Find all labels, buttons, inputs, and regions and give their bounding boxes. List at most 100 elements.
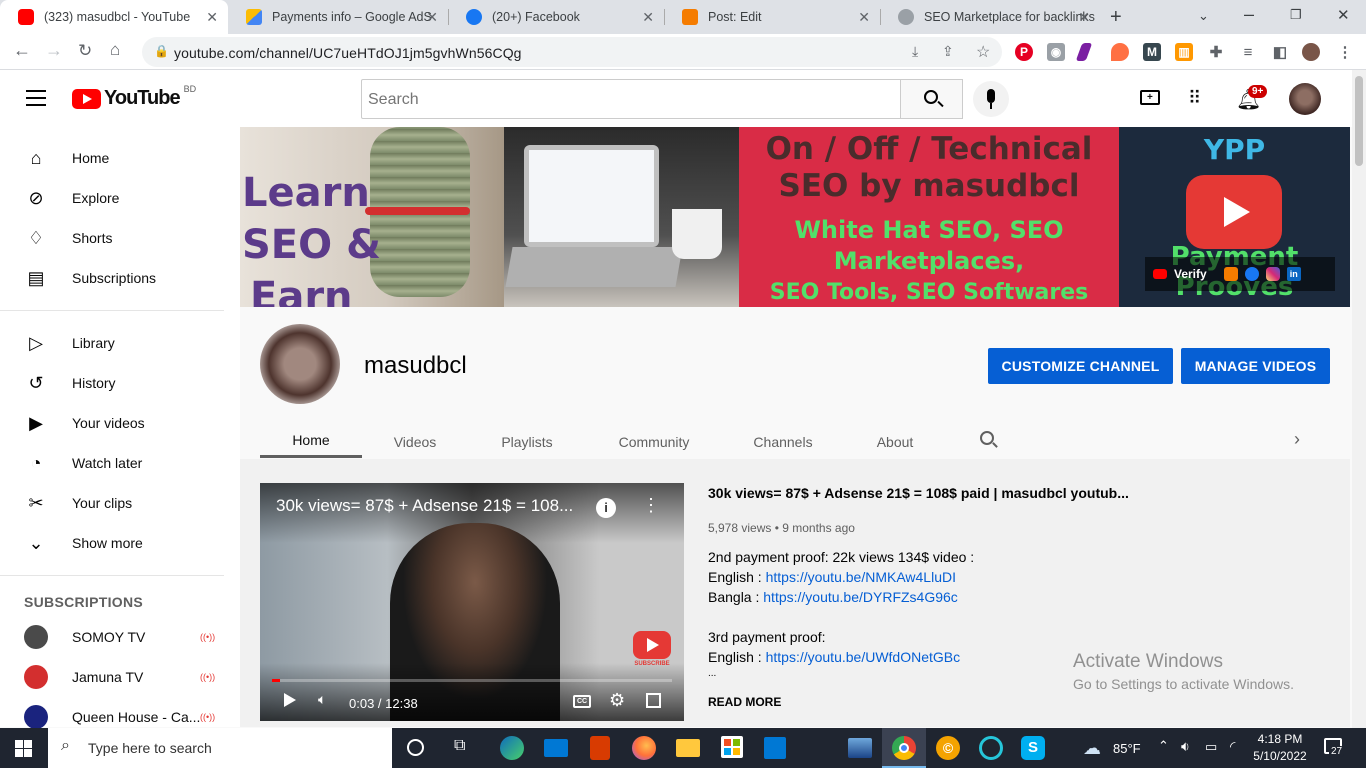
search-button[interactable] — [900, 79, 963, 119]
tab-seo-marketplace[interactable]: SEO Marketplace for backlinks ✕ — [880, 0, 1100, 34]
account-avatar[interactable] — [1289, 83, 1321, 115]
tab-about[interactable]: About — [844, 425, 946, 459]
sidebar-item-your-videos[interactable]: ▶︎ Your videos — [0, 403, 224, 443]
new-tab-icon[interactable]: + — [1110, 6, 1122, 29]
sidebar-item-library[interactable]: ▷ Library — [0, 323, 224, 363]
restore-icon[interactable]: ❐ — [1290, 7, 1302, 23]
side-panel-icon[interactable]: ◧ — [1271, 43, 1289, 61]
back-icon[interactable]: ← — [13, 40, 31, 61]
linkedin-link-icon[interactable]: in — [1286, 267, 1301, 281]
chrome-taskbar-button[interactable] — [882, 728, 926, 768]
tab-home[interactable]: Home — [260, 425, 362, 458]
close-tab-icon[interactable]: ✕ — [206, 9, 218, 26]
close-tab-icon[interactable]: ✕ — [642, 9, 654, 26]
tray-chevron-icon[interactable]: ⌃ — [1158, 738, 1169, 754]
description-link[interactable]: https://youtu.be/UWfdONetGBc — [766, 649, 961, 665]
sidebar-item-your-clips[interactable]: ✂ Your clips — [0, 483, 224, 523]
pen-extension-icon[interactable] — [1075, 43, 1093, 61]
edge-icon[interactable] — [500, 736, 524, 760]
sidebar-item-show-more[interactable]: ⌄ Show more — [0, 523, 224, 563]
voice-search-button[interactable] — [973, 81, 1009, 117]
volume-icon[interactable]: 🔈︎ — [318, 691, 326, 708]
camera-extension-icon[interactable]: ◉ — [1047, 43, 1065, 61]
forward-icon[interactable]: → — [45, 40, 63, 61]
sidebar-item-watch-later[interactable]: ◔ Watch later — [0, 443, 224, 483]
pinterest-extension-icon[interactable]: P — [1015, 43, 1033, 61]
sidebar-item-home[interactable]: ⌂ Home — [0, 138, 224, 178]
chart-extension-icon[interactable]: ▥ — [1175, 43, 1193, 61]
sidebar-item-subscriptions[interactable]: ▤ Subscriptions — [0, 258, 224, 298]
wifi-icon[interactable]: ◜ — [1230, 738, 1235, 755]
banner-links[interactable]: Verify in — [1145, 257, 1335, 291]
fullscreen-icon[interactable] — [646, 693, 661, 708]
sidebar-item-history[interactable]: ↺ History — [0, 363, 224, 403]
sidebar-subscription-somoy-tv[interactable]: SOMOY TV ((•)) — [0, 617, 224, 657]
scrollbar-thumb[interactable] — [1355, 76, 1363, 166]
youtube-logo[interactable]: YouTube BD — [72, 84, 196, 110]
hamburger-menu-icon[interactable] — [26, 90, 46, 106]
copyright-app-icon[interactable]: © — [936, 736, 960, 760]
opera-icon[interactable] — [979, 736, 1003, 760]
sidebar-item-explore[interactable]: ⊘ Explore — [0, 178, 224, 218]
tab-adsense[interactable]: Payments info – Google AdSense ✕ — [228, 0, 448, 34]
office-icon[interactable] — [590, 736, 610, 760]
share-icon[interactable]: ⇪ — [942, 43, 954, 60]
tab-community[interactable]: Community — [586, 425, 722, 459]
sidebar-subscription-jamuna-tv[interactable]: Jamuna TV ((•)) — [0, 657, 224, 697]
apps-grid-icon[interactable]: ⠿ — [1188, 89, 1201, 107]
m-extension-icon[interactable]: M — [1143, 43, 1161, 61]
install-icon[interactable]: ⤓ — [912, 43, 918, 60]
video-player[interactable]: 30k views= 87$ + Adsense 21$ = 108... i … — [260, 483, 684, 721]
window-close-icon[interactable]: ✕ — [1337, 6, 1350, 24]
location-extension-icon[interactable] — [1111, 43, 1129, 61]
close-tab-icon[interactable]: ✕ — [1078, 9, 1090, 26]
progress-bar[interactable] — [272, 679, 672, 682]
tab-playlists[interactable]: Playlists — [468, 425, 586, 459]
weather-cloud-icon[interactable]: ☁ — [1083, 738, 1101, 759]
extensions-puzzle-icon[interactable]: ✚ — [1207, 43, 1225, 61]
task-view-icon[interactable]: ⧉ — [454, 737, 465, 755]
chrome-menu-icon[interactable]: ⋮ — [1336, 43, 1354, 61]
minimize-icon[interactable]: – — [1244, 4, 1254, 25]
manage-videos-button[interactable]: MANAGE VIDEOS — [1181, 348, 1330, 384]
home-button-icon[interactable]: ⌂ — [110, 40, 120, 60]
tab-blogger[interactable]: Post: Edit ✕ — [664, 0, 880, 34]
file-explorer-icon[interactable] — [676, 739, 700, 757]
search-input[interactable]: Search — [361, 79, 901, 119]
tab-search-chevron-icon[interactable]: ⌄ — [1198, 8, 1209, 24]
captions-icon[interactable]: CC — [573, 695, 591, 708]
close-tab-icon[interactable]: ✕ — [858, 9, 870, 26]
close-tab-icon[interactable]: ✕ — [426, 9, 438, 26]
firefox-icon[interactable] — [632, 736, 656, 760]
battery-icon[interactable]: ▭ — [1205, 739, 1217, 755]
customize-channel-button[interactable]: CUSTOMIZE CHANNEL — [988, 348, 1173, 384]
tab-videos[interactable]: Videos — [362, 425, 468, 459]
description-link[interactable]: https://youtu.be/DYRFZs4G96c — [763, 589, 958, 605]
store-icon[interactable] — [721, 736, 743, 758]
app-icon[interactable] — [764, 737, 786, 759]
taskbar-search-box[interactable]: ⌕ Type here to search — [48, 728, 392, 768]
tab-youtube[interactable]: (323) masudbcl - YouTube ✕ — [0, 0, 228, 34]
description-link[interactable]: https://youtu.be/NMKAw4LluDI — [766, 569, 956, 585]
blogger-link-icon[interactable] — [1223, 267, 1238, 281]
skype-icon[interactable]: S — [1021, 736, 1045, 760]
windows-start-icon[interactable] — [15, 740, 32, 757]
profile-avatar-icon[interactable] — [1302, 43, 1320, 61]
mail-icon[interactable] — [544, 739, 568, 757]
sidebar-item-shorts[interactable]: ♢ Shorts — [0, 218, 224, 258]
settings-gear-icon[interactable]: ⚙ — [609, 690, 625, 711]
tab-facebook[interactable]: (20+) Facebook ✕ — [448, 0, 664, 34]
play-icon[interactable] — [284, 693, 296, 707]
read-more-button[interactable]: READ MORE — [708, 695, 781, 709]
more-options-icon[interactable]: ⋮ — [642, 495, 660, 516]
bookmark-star-icon[interactable]: ☆ — [976, 42, 990, 62]
reload-icon[interactable]: ↻ — [78, 41, 92, 61]
video-title[interactable]: 30k views= 87$ + Adsense 21$ = 108$ paid… — [708, 485, 1129, 501]
facebook-link-icon[interactable] — [1244, 267, 1259, 281]
address-bar[interactable]: 🔒 youtube.com/channel/UC7ueHTdOJ1jm5gvhW… — [142, 37, 1002, 67]
taskbar-clock[interactable]: 4:18 PM 5/10/2022 — [1250, 731, 1310, 765]
youtube-link-icon[interactable] — [1153, 269, 1167, 279]
reading-list-icon[interactable]: ≡ — [1239, 43, 1257, 61]
weather-temp[interactable]: 85°F — [1113, 741, 1141, 756]
cortana-icon[interactable] — [407, 739, 424, 756]
